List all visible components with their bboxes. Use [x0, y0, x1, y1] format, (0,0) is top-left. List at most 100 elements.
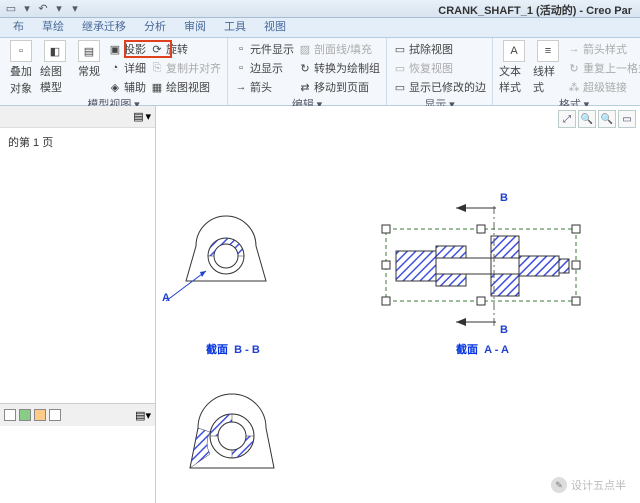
label: 转换为绘制组 — [314, 60, 380, 76]
tab-sketch[interactable]: 草绘 — [33, 15, 73, 37]
qat-more-icon[interactable]: ▾ — [68, 2, 82, 16]
label: 箭头样式 — [583, 41, 627, 57]
redo-icon[interactable]: ▾ — [52, 2, 66, 16]
layer-btn2[interactable] — [19, 409, 31, 421]
tab-review[interactable]: 审阅 — [175, 15, 215, 37]
undo-icon[interactable]: ↶ — [36, 2, 50, 16]
group-edit: ▫元件显示 ▫边显示 →箭头 ▨剖面线/填充 ↻转换为绘制组 ⇄移动到页面 编辑… — [228, 38, 387, 105]
watermark: ✎ 设计五点半 — [551, 477, 626, 493]
btn-rotate[interactable]: ⟳旋转 — [150, 40, 221, 58]
btn-show-edge[interactable]: ▭显示已修改的边 — [393, 78, 486, 96]
copy-icon: ⎘ — [150, 61, 164, 75]
btn-restore-view: ▭恢复视图 — [393, 59, 486, 77]
btn-repeat-fmt: ↻重复上一格式 — [567, 59, 640, 77]
comp-icon: ▫ — [234, 42, 248, 56]
tree-header: ▤ ▾ — [0, 106, 155, 128]
btn-drawing-model[interactable]: ◧绘图模型 — [40, 40, 70, 95]
tree-body: 的第 1 页 — [0, 128, 155, 156]
detail-icon: ◔ — [108, 61, 122, 75]
erase-icon: ▭ — [393, 42, 407, 56]
layer-panel: ▤▾ — [0, 403, 155, 503]
ribbon-tabbar: 布 草绘 继承迁移 分析 审阅 工具 视图 — [0, 18, 640, 38]
btn-arrow[interactable]: →箭头 — [234, 78, 294, 96]
btn-hyperlink: ⁂超级链接 — [567, 78, 640, 96]
group-model-view: ▫叠加对象 ◧绘图模型 ▤常规 ▣投影 ◔详细 ◈辅助 ⟳旋转 ⎘复制并对齐 ▦… — [0, 38, 228, 105]
view-icon: ▦ — [150, 80, 164, 94]
btn-comp-disp[interactable]: ▫元件显示 — [234, 40, 294, 58]
ribbon: ▫叠加对象 ◧绘图模型 ▤常规 ▣投影 ◔详细 ◈辅助 ⟳旋转 ⎘复制并对齐 ▦… — [0, 38, 640, 106]
label: 常规 — [78, 63, 100, 79]
label: 显示已修改的边 — [409, 79, 486, 95]
t2: B - B — [234, 344, 260, 356]
side-panel: ▤ ▾ 的第 1 页 ▤▾ — [0, 106, 156, 503]
btn-general[interactable]: ▤常规 — [74, 40, 104, 79]
arrow-style-icon: → — [567, 42, 581, 56]
label: 边显示 — [250, 60, 283, 76]
save-icon[interactable]: ▾ — [20, 2, 34, 16]
group-format: A文本样式 ≡线样式 →箭头样式 ↻重复上一格式 ⁂超级链接 格式 ▾ — [493, 38, 640, 105]
btn-move-page[interactable]: ⇄移动到页面 — [298, 78, 380, 96]
label: 剖面线/填充 — [314, 41, 372, 57]
label: 超级链接 — [583, 79, 627, 95]
btn-erase-view[interactable]: ▭拭除视图 — [393, 40, 486, 58]
layer-btn4[interactable] — [49, 409, 61, 421]
dropdown-icon[interactable]: ▾ — [145, 110, 151, 123]
tree-panel: ▤ ▾ 的第 1 页 — [0, 106, 155, 403]
layer-btn3[interactable] — [34, 409, 46, 421]
label: 拭除视图 — [409, 41, 453, 57]
label-A: A — [162, 292, 170, 304]
window-title: CRANK_SHAFT_1 (活动的) - Creo Par — [438, 2, 632, 18]
btn-copy-align: ⎘复制并对齐 — [150, 59, 221, 77]
layer-settings-icon[interactable]: ▤▾ — [135, 409, 151, 422]
btn-line-style[interactable]: ≡线样式 — [533, 40, 563, 95]
label: 线样式 — [533, 63, 563, 95]
label: 元件显示 — [250, 41, 294, 57]
t1: 截面 — [456, 344, 478, 356]
btn-overlay[interactable]: ▫叠加对象 — [6, 40, 36, 96]
tab-tools[interactable]: 工具 — [215, 15, 255, 37]
btn-aux[interactable]: ◈辅助 — [108, 78, 146, 96]
label: 恢复视图 — [409, 60, 453, 76]
quick-access-toolbar: ▭ ▾ ↶ ▾ ▾ — [4, 2, 82, 16]
repeat-icon: ↻ — [567, 61, 581, 75]
btn-convert[interactable]: ↻转换为绘制组 — [298, 59, 380, 77]
arrow-icon: → — [234, 80, 248, 94]
rotate-icon: ⟳ — [150, 42, 164, 56]
layer-btn1[interactable] — [4, 409, 16, 421]
t1: 截面 — [206, 344, 228, 356]
label: 复制并对齐 — [166, 60, 221, 76]
wm-text: 设计五点半 — [571, 477, 626, 493]
tab-analyze[interactable]: 分析 — [135, 15, 175, 37]
btn-edge-disp[interactable]: ▫边显示 — [234, 59, 294, 77]
settings-icon[interactable]: ▤ — [131, 110, 145, 124]
label: 叠加 — [10, 63, 32, 79]
label: 投影 — [124, 41, 146, 57]
label: 绘图视图 — [166, 79, 210, 95]
tab-layout[interactable]: 布 — [4, 15, 33, 37]
page-label: 的第 1 页 — [8, 137, 53, 149]
btn-drawing-view[interactable]: ▦绘图视图 — [150, 78, 221, 96]
btn-projection[interactable]: ▣投影 — [108, 40, 146, 58]
edge-icon: ▫ — [234, 61, 248, 75]
drawing-canvas[interactable]: ⤢ 🔍 🔍 ▭ — [156, 106, 640, 503]
projection-icon: ▣ — [108, 42, 122, 56]
app-icon[interactable]: ▭ — [4, 2, 18, 16]
btn-hatch: ▨剖面线/填充 — [298, 40, 380, 58]
btn-arrow-style: →箭头样式 — [567, 40, 640, 58]
restore-icon: ▭ — [393, 61, 407, 75]
label-B1: B — [500, 192, 508, 204]
drawing-svg — [156, 106, 640, 503]
label: 重复上一格式 — [583, 60, 640, 76]
btn-detail[interactable]: ◔详细 — [108, 59, 146, 77]
label: 辅助 — [124, 79, 146, 95]
move-icon: ⇄ — [298, 80, 312, 94]
label: 旋转 — [166, 41, 188, 57]
btn-text-style[interactable]: A文本样式 — [499, 40, 529, 95]
content-area: ▤ ▾ 的第 1 页 ▤▾ ⤢ 🔍 🔍 ▭ — [0, 106, 640, 503]
layer-toolbar: ▤▾ — [0, 404, 155, 426]
tab-view[interactable]: 视图 — [255, 15, 295, 37]
aux-icon: ◈ — [108, 80, 122, 94]
label: 详细 — [124, 60, 146, 76]
link-icon: ⁂ — [567, 80, 581, 94]
tab-inherit[interactable]: 继承迁移 — [73, 15, 135, 37]
